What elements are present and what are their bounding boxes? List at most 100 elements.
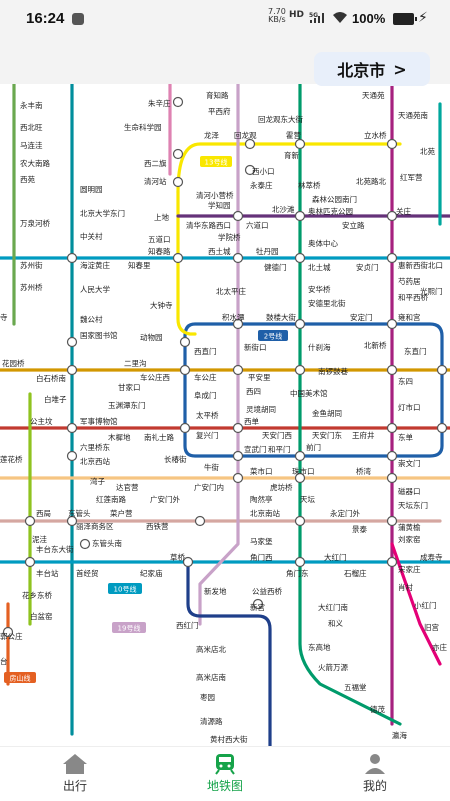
- wifi-icon: [333, 12, 347, 23]
- label-anlilu: 安立路: [342, 220, 365, 230]
- label-beijingnanzhan: 北京南站: [250, 508, 280, 518]
- label-niwa: 泥洼: [32, 534, 47, 544]
- station-beishawo: [294, 210, 306, 222]
- station-xizhimen: [179, 336, 191, 348]
- subway-train-icon: [215, 754, 235, 775]
- label-shangdi: 上地: [154, 212, 169, 222]
- label-fuxingmen: 复兴门: [196, 430, 219, 440]
- label-yuzhilu: 育知路: [206, 90, 229, 100]
- label-zhichunli: 知春里: [128, 260, 151, 270]
- label-aolinpike: 奥林匹克公园: [308, 206, 353, 216]
- label-nanlishilu: 南礼士路: [144, 432, 174, 442]
- label-honglian: 红莲南路: [96, 494, 126, 504]
- station-ciqikou: [386, 472, 398, 484]
- city-selector-button[interactable]: 北京市 >: [314, 52, 430, 86]
- station-xierqi: [172, 148, 184, 160]
- label-xibeiwang: 西北旺: [20, 123, 43, 132]
- station-nanluoguxiang: [294, 364, 306, 376]
- label-tai: 台: [0, 656, 8, 666]
- label-zhuxinzhuang: 朱辛庄: [148, 98, 171, 108]
- station-jingfengmen: [194, 515, 206, 527]
- label-ganjiakou: 甘家口: [118, 382, 141, 392]
- station-pinganli: [232, 364, 244, 376]
- label-huaxiang: 花乡东桥: [22, 590, 52, 600]
- station-huoying: [244, 138, 256, 150]
- label-fengtaidongdajie: 丰台东大街: [36, 544, 74, 554]
- label-xiyuan: 西苑: [20, 174, 35, 184]
- label-xinfadi: 新发地: [204, 586, 227, 596]
- label-xingong: 新宫: [250, 602, 265, 612]
- label-malianwa: 马连洼: [20, 140, 43, 150]
- network-label: 5G: [309, 12, 318, 19]
- label-gongzhufen: 公主坟: [30, 416, 53, 426]
- station-gulou: [294, 318, 306, 330]
- label-dahongmen: 大红门: [324, 552, 347, 562]
- label-jiugong: 旧宫: [424, 622, 439, 632]
- label-shengming: 生命科学园: [124, 122, 162, 132]
- station-zhuxinzhuang: [172, 96, 184, 108]
- label-tiantongyuan: 天通苑: [362, 90, 385, 100]
- label-guangximen: 光熙门: [420, 286, 443, 296]
- label-tiananmendong: 天安门东: [312, 430, 342, 440]
- station-zhichunlu: [172, 252, 184, 264]
- subway-map[interactable]: 13号线 2号线 10号线 19号线 房山线 永丰南 西北旺 马连洼 农大南路 …: [0, 84, 450, 746]
- label-gaomidiannan: 高米店南: [196, 672, 226, 682]
- station-xiju-9: [24, 515, 36, 527]
- label-jishuitan: 积水潭: [222, 312, 245, 322]
- label-shiliuzhuang: 石榴庄: [344, 568, 367, 578]
- label-qinghexiaoying: 清河小营桥: [196, 190, 234, 200]
- label-wanzi: 湾子: [90, 476, 105, 486]
- label-suzhouqiao: 苏州桥: [20, 282, 43, 292]
- station-caishikou: [232, 472, 244, 484]
- label-beidadongmen: 北京大学东门: [80, 208, 125, 218]
- label-jinyuhutong: 金鱼胡同: [312, 408, 342, 418]
- station-chaoyangmen: [436, 364, 448, 376]
- label-beixinqiao: 北新桥: [364, 340, 387, 350]
- label-chegongzhuang: 车公庄: [194, 372, 217, 382]
- label-senlin: 森林公园南门: [312, 194, 357, 204]
- label-xizhimen: 西直门: [194, 346, 217, 356]
- label-wudaokou: 五道口: [148, 234, 171, 244]
- subway-map-canvas[interactable]: 13号线 2号线 10号线 19号线 房山线 永丰南 西北旺 马连洼 农大南路 …: [0, 84, 450, 746]
- chevron-right-icon: >: [393, 59, 407, 79]
- tab-subway-map[interactable]: 地铁图: [150, 747, 300, 801]
- battery-percent: 100%: [352, 11, 386, 26]
- tab-travel[interactable]: 出行: [0, 747, 150, 801]
- station-puhuangyu: [386, 515, 398, 527]
- label-zhongguancun: 中关村: [80, 231, 103, 241]
- label-yuyuantan: 玉渊潭东门: [108, 400, 146, 410]
- station-liudaokou: [232, 210, 244, 222]
- label-lingjing: 灵境胡同: [246, 404, 276, 414]
- label-shoujingmao: 首经贸: [76, 568, 99, 578]
- badge-line10: 10号线: [114, 585, 137, 594]
- label-guogongzhuang: 郭公庄: [0, 631, 23, 641]
- station-songjiazhuang: [386, 556, 398, 568]
- tab-profile[interactable]: 我的: [300, 747, 450, 801]
- label-muxidi: 木樨地: [108, 432, 131, 442]
- label-changchunjie: 长椿街: [164, 454, 187, 464]
- label-huayuanqiao: 花园桥: [2, 358, 25, 368]
- label-xiaocun: 肖村: [398, 582, 413, 592]
- label-zhichunlu: 知春路: [148, 246, 171, 256]
- label-xinjiekou: 新街口: [244, 342, 267, 352]
- label-liujiayao: 刘家窑: [398, 534, 421, 544]
- label-huixinxijiebeikou: 惠新西街北口: [398, 260, 443, 270]
- label-huilongguandongdajie: 回龙观东大街: [258, 114, 303, 124]
- label-wufutang: 五福堂: [344, 682, 367, 692]
- label-chegongzhuangxi: 车公庄西: [140, 372, 170, 382]
- label-jiandemen: 健德门: [264, 262, 287, 272]
- label-zhushikou: 珠市口: [292, 466, 315, 476]
- cellular-signal-icon: 5G: [309, 12, 324, 23]
- label-yizhuang: 亦庄: [432, 642, 447, 652]
- label-songjiazhuang: 宋家庄: [398, 564, 421, 574]
- label-majiabao: 马家堡: [250, 536, 273, 546]
- badge-line13: 13号线: [205, 158, 228, 167]
- home-icon: [63, 754, 87, 774]
- badge-line2: 2号线: [264, 332, 282, 341]
- label-yongdingmenwai: 永定门外: [330, 508, 360, 518]
- label-suzhoujie: 苏州街: [20, 260, 43, 270]
- station-beijingxizhan: [66, 450, 78, 462]
- label-caishikou: 菜市口: [250, 466, 273, 476]
- label-caoqiao: 草桥: [170, 552, 185, 562]
- tab-subway-map-label: 地铁图: [206, 779, 243, 793]
